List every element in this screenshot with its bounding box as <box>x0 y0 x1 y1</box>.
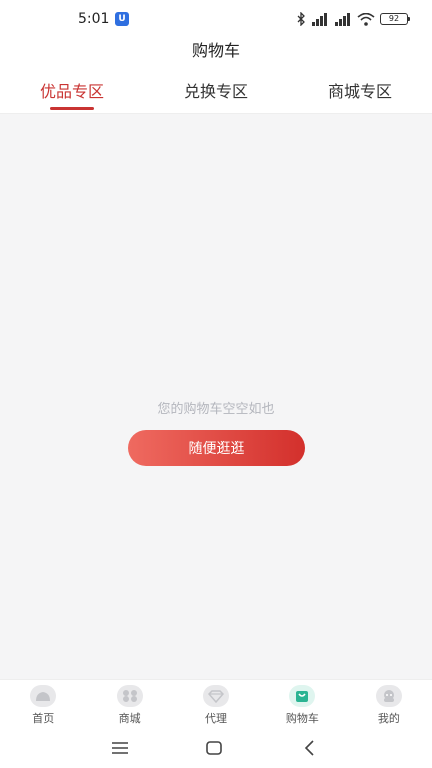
tab-label: 兑换专区 <box>183 82 248 101</box>
signal-icon-2 <box>335 12 350 26</box>
home-icon <box>30 685 57 707</box>
status-bar: 5:01 U 92 <box>0 0 432 36</box>
nav-item-cart[interactable]: 购物车 <box>259 680 345 729</box>
menu-button[interactable] <box>108 737 132 759</box>
empty-cart-message: 您的购物车空空如也 <box>157 402 275 417</box>
nav-item-mine[interactable]: 我的 <box>346 680 432 729</box>
browse-button[interactable]: 随便逛逛 <box>128 430 305 466</box>
tab-mall-zone[interactable]: 商城专区 <box>288 72 432 113</box>
title-bar: 购物车 <box>0 36 432 72</box>
diamond-icon <box>203 685 230 707</box>
wifi-icon <box>357 12 375 26</box>
bluetooth-icon <box>297 12 305 26</box>
cart-content: 您的购物车空空如也 随便逛逛 <box>0 114 432 679</box>
nav-label: 首页 <box>32 712 55 725</box>
tab-premium-zone[interactable]: 优品专区 <box>0 72 144 113</box>
tab-exchange-zone[interactable]: 兑换专区 <box>144 72 288 113</box>
nav-label: 购物车 <box>285 712 319 725</box>
bottom-nav: 首页 商城 代理 购物车 我的 <box>0 679 432 729</box>
tab-bar: 优品专区 兑换专区 商城专区 <box>0 72 432 114</box>
nav-label: 我的 <box>377 712 400 725</box>
home-button[interactable] <box>202 737 226 759</box>
battery-icon: 92 <box>380 13 410 25</box>
nav-item-home[interactable]: 首页 <box>0 680 86 729</box>
back-button[interactable] <box>297 737 321 759</box>
back-icon <box>304 740 314 756</box>
page-title: 购物车 <box>191 41 240 60</box>
nav-label: 商城 <box>118 712 141 725</box>
tab-label: 商城专区 <box>327 82 392 101</box>
square-icon <box>206 741 222 755</box>
signal-icon <box>312 12 327 26</box>
cart-icon <box>289 685 316 707</box>
nav-item-mall[interactable]: 商城 <box>86 680 172 729</box>
profile-icon <box>375 685 402 707</box>
app-notification-icon: U <box>115 12 129 26</box>
mall-icon <box>116 685 143 707</box>
status-time: 5:01 <box>78 11 110 27</box>
nav-label: 代理 <box>205 712 228 725</box>
system-nav-bar <box>0 729 432 768</box>
nav-item-agent[interactable]: 代理 <box>173 680 259 729</box>
tab-label: 优品专区 <box>39 82 104 101</box>
status-icons: 92 <box>296 11 410 27</box>
menu-icon <box>112 742 128 754</box>
battery-level: 92 <box>388 14 400 23</box>
